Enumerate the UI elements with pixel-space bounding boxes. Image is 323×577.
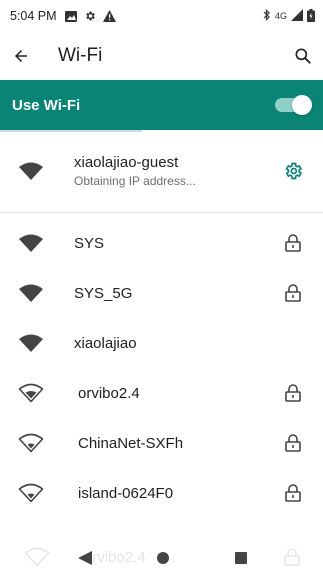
wifi-signal-full-icon — [0, 233, 56, 253]
network-type: 4G — [274, 11, 287, 21]
network-row-xiaolajiao[interactable]: xiaolajiao — [0, 318, 323, 368]
connected-network-row[interactable]: xiaolajiao-guest Obtaining IP address... — [0, 130, 323, 213]
network-label: ChinaNet-SXFh — [56, 435, 273, 452]
lock-icon — [284, 548, 300, 571]
connection-status: Obtaining IP address... — [74, 174, 196, 188]
warning-notification-icon — [102, 10, 116, 22]
network-row-orvibo[interactable]: orvibo2.4 — [0, 368, 323, 418]
nav-home-icon[interactable] — [156, 551, 170, 570]
network-row-sys-5g[interactable]: SYS_5G — [0, 268, 323, 318]
status-time: 5:04 PM — [10, 9, 57, 23]
nav-recents-icon[interactable] — [234, 551, 248, 570]
network-ssid: xiaolajiao — [74, 334, 137, 352]
network-label: xiaolajiao — [56, 335, 273, 352]
network-row-chinanet[interactable]: ChinaNet-SXFh — [0, 418, 323, 468]
network-ssid: SYS — [74, 234, 105, 252]
ghost-network-ssid: orvibo2.4 — [84, 549, 146, 566]
app-bar: Wi-Fi — [0, 32, 323, 80]
wifi-signal-full-icon — [0, 161, 56, 181]
network-label: island-0624F0 — [56, 485, 273, 502]
wifi-signal-full-icon — [0, 283, 56, 303]
network-ssid: ChinaNet-SXFh — [78, 434, 184, 452]
switch-knob — [292, 95, 312, 115]
connected-network-text: xiaolajiao-guest Obtaining IP address... — [56, 154, 273, 188]
settings-notification-icon — [84, 10, 96, 22]
use-wifi-bar[interactable]: Use Wi-Fi — [0, 80, 323, 132]
navigation-bar: orvibo2.4 — [0, 537, 323, 577]
wifi-signal-outline-icon — [0, 433, 56, 453]
network-label: orvibo2.4 — [56, 385, 273, 402]
lock-icon — [273, 434, 313, 452]
lock-icon — [273, 484, 313, 502]
nav-back-icon[interactable] — [77, 550, 93, 571]
network-ssid: island-0624F0 — [78, 484, 174, 502]
status-bar: 5:04 PM 4G — [0, 0, 323, 32]
connected-network-ssid: xiaolajiao-guest — [74, 154, 179, 171]
network-row-sys[interactable]: SYS — [0, 218, 323, 268]
wifi-signal-outline-icon — [24, 547, 50, 572]
page-title: Wi-Fi — [58, 45, 103, 66]
network-label: SYS — [56, 235, 273, 252]
wifi-signal-outline-icon — [0, 383, 56, 403]
network-ssid: orvibo2.4 — [78, 384, 140, 402]
gear-icon[interactable] — [273, 161, 313, 181]
network-ssid: SYS_5G — [74, 284, 133, 302]
wifi-toggle-switch[interactable] — [275, 95, 312, 115]
wifi-signal-full-icon — [0, 333, 56, 353]
use-wifi-label: Use Wi-Fi — [12, 96, 81, 114]
status-right: 4G — [263, 8, 315, 24]
cell-signal-icon — [291, 9, 303, 23]
lock-icon — [273, 384, 313, 402]
network-row-island[interactable]: island-0624F0 — [0, 468, 323, 518]
image-notification-icon — [64, 10, 77, 22]
lock-icon — [273, 234, 313, 252]
wifi-signal-outline-icon — [0, 483, 56, 503]
lock-icon — [273, 284, 313, 302]
battery-icon — [307, 8, 315, 24]
network-label: SYS_5G — [56, 285, 273, 302]
search-icon[interactable] — [293, 46, 313, 66]
back-arrow-icon[interactable] — [12, 47, 30, 65]
bluetooth-icon — [263, 9, 271, 23]
